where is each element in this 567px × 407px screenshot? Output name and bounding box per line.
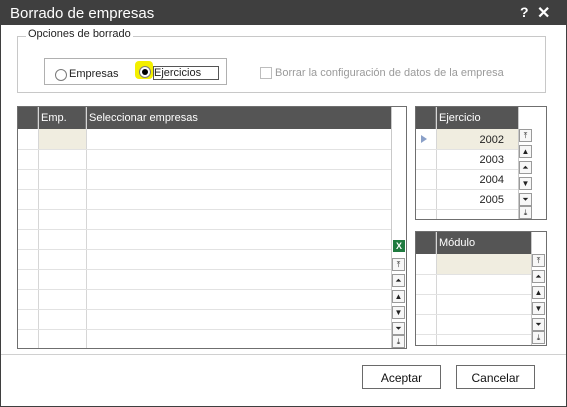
scroll-down-icon[interactable]: ▼ bbox=[519, 177, 532, 190]
row-divider bbox=[416, 334, 531, 335]
col-divider bbox=[86, 107, 87, 348]
row-divider bbox=[18, 229, 391, 230]
delete-config-checkbox[interactable] bbox=[260, 67, 272, 79]
row-divider bbox=[416, 149, 518, 150]
scroll-up-icon[interactable]: ▲ bbox=[532, 286, 545, 299]
scroll-pagedown-icon[interactable]: ⏷ bbox=[519, 193, 532, 206]
row-divider bbox=[416, 294, 531, 295]
row-selector-header bbox=[416, 107, 436, 129]
row-divider bbox=[416, 169, 518, 170]
scroll-first-icon[interactable]: ⤒ bbox=[519, 129, 532, 142]
row-divider bbox=[416, 274, 531, 275]
scroll-pageup-icon[interactable]: ⏶ bbox=[532, 270, 545, 283]
group-legend: Opciones de borrado bbox=[26, 28, 133, 40]
scroll-up-icon[interactable]: ▲ bbox=[519, 145, 532, 158]
row-divider bbox=[18, 169, 391, 170]
scroll-last-icon[interactable]: ⤓ bbox=[532, 331, 545, 344]
delete-companies-dialog: Borrado de empresas ? ✕ Opciones de borr… bbox=[0, 0, 567, 407]
col-select-companies[interactable]: Seleccionar empresas bbox=[86, 107, 391, 129]
year-cell[interactable]: 2003 bbox=[480, 154, 504, 166]
scroll-pageup-icon[interactable]: ⏶ bbox=[392, 274, 405, 287]
row-divider bbox=[416, 209, 518, 210]
col-emp[interactable]: Emp. bbox=[38, 107, 86, 129]
col-divider bbox=[436, 232, 437, 345]
accept-button[interactable]: Aceptar bbox=[362, 365, 441, 389]
col-divider bbox=[436, 107, 437, 219]
close-icon[interactable]: ✕ bbox=[537, 3, 550, 23]
delete-config-label: Borrar la configuración de datos de la e… bbox=[275, 67, 504, 79]
years-grid-header: Ejercicio bbox=[416, 107, 518, 129]
radio-empresas[interactable] bbox=[55, 69, 67, 81]
scroll-pageup-icon[interactable]: ⏶ bbox=[519, 161, 532, 174]
col-modulo[interactable]: Módulo bbox=[436, 232, 531, 254]
row-divider bbox=[18, 329, 391, 330]
companies-scroll-column: X ⤒ ⏶ ▲ ▼ ⏷ ⤓ bbox=[391, 107, 406, 348]
radio-ejercicios[interactable] bbox=[139, 66, 151, 78]
year-cell[interactable]: 2005 bbox=[480, 194, 504, 206]
scroll-down-icon[interactable]: ▼ bbox=[532, 302, 545, 315]
row-divider bbox=[416, 189, 518, 190]
window-title: Borrado de empresas bbox=[10, 5, 155, 22]
scroll-pagedown-icon[interactable]: ⏷ bbox=[532, 318, 545, 331]
scroll-up-icon[interactable]: ▲ bbox=[392, 290, 405, 303]
help-icon[interactable]: ? bbox=[520, 4, 529, 20]
scroll-pagedown-icon[interactable]: ⏷ bbox=[392, 322, 405, 335]
col-ejercicio[interactable]: Ejercicio bbox=[436, 107, 518, 129]
radio-ejercicios-label[interactable]: Ejercicios bbox=[154, 67, 201, 79]
selected-cell[interactable] bbox=[38, 129, 86, 149]
companies-grid-header: Emp. Seleccionar empresas bbox=[18, 107, 391, 129]
excel-icon[interactable]: X bbox=[393, 240, 405, 252]
modules-grid-header: Módulo bbox=[416, 232, 531, 254]
scroll-last-icon[interactable]: ⤓ bbox=[392, 335, 405, 348]
radio-empresas-label[interactable]: Empresas bbox=[69, 68, 119, 80]
companies-grid[interactable]: Emp. Seleccionar empresas X ⤒ ⏶ ▲ ▼ ⏷ ⤓ bbox=[17, 106, 407, 349]
years-scroll-column: ⤒ ▲ ⏶ ▼ ⏷ ⤓ bbox=[518, 107, 533, 219]
selected-year-cell[interactable] bbox=[436, 129, 518, 149]
title-bar: Borrado de empresas ? ✕ bbox=[1, 1, 566, 25]
modules-scroll-column: ⤒ ⏶ ▲ ▼ ⏷ ⤓ bbox=[531, 232, 546, 345]
row-selector-header bbox=[18, 107, 38, 129]
scroll-last-icon[interactable]: ⤓ bbox=[519, 206, 532, 219]
year-cell[interactable]: 2004 bbox=[480, 174, 504, 186]
row-divider bbox=[18, 209, 391, 210]
row-selector-header bbox=[416, 232, 436, 254]
selected-module-cell[interactable] bbox=[436, 254, 531, 274]
cancel-button[interactable]: Cancelar bbox=[456, 365, 535, 389]
row-divider bbox=[18, 309, 391, 310]
year-cell[interactable]: 2002 bbox=[480, 134, 504, 146]
row-divider bbox=[18, 269, 391, 270]
modules-grid[interactable]: Módulo ⤒ ⏶ ▲ ▼ ⏷ ⤓ bbox=[415, 231, 547, 346]
col-divider bbox=[38, 107, 39, 348]
years-grid[interactable]: Ejercicio 2002 2003 2004 2005 ⤒ ▲ ⏶ ▼ ⏷ … bbox=[415, 106, 547, 220]
row-divider bbox=[18, 149, 391, 150]
footer-separator bbox=[1, 354, 566, 355]
row-divider bbox=[18, 189, 391, 190]
scroll-first-icon[interactable]: ⤒ bbox=[532, 254, 545, 267]
row-divider bbox=[416, 314, 531, 315]
delete-options-group: Opciones de borrado bbox=[17, 28, 546, 93]
row-divider bbox=[18, 249, 391, 250]
row-divider bbox=[18, 289, 391, 290]
scroll-first-icon[interactable]: ⤒ bbox=[392, 258, 405, 271]
current-row-marker-icon bbox=[421, 135, 427, 143]
scroll-down-icon[interactable]: ▼ bbox=[392, 306, 405, 319]
